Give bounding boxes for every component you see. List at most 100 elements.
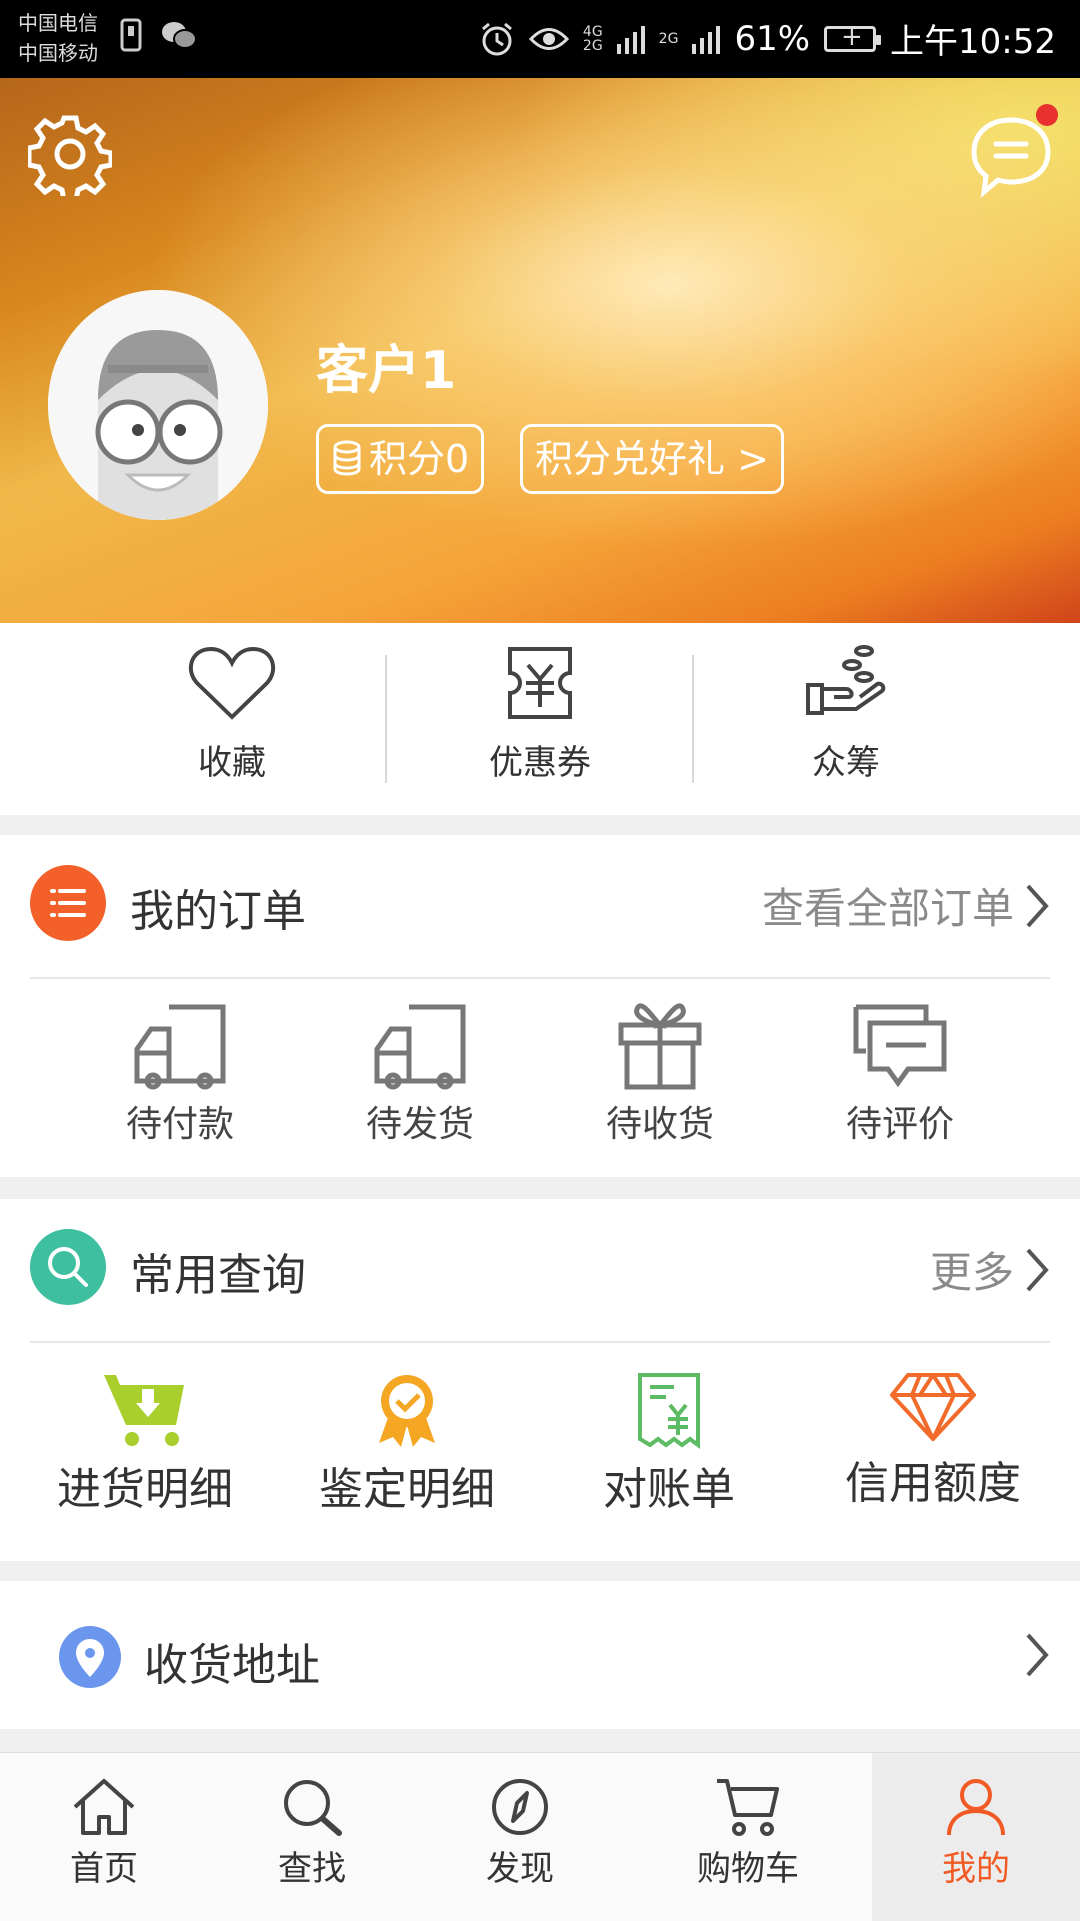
truck-icon: [374, 1004, 466, 1090]
divider: [30, 1341, 1050, 1343]
more-queries-link[interactable]: 更多: [930, 1239, 1050, 1300]
cart-icon: [717, 1779, 779, 1836]
crowdfunding-button[interactable]: 众筹: [746, 643, 946, 784]
diamond-icon: [890, 1373, 976, 1441]
crowdfunding-label: 众筹: [812, 743, 880, 783]
statement-label: 对账单: [603, 1464, 735, 1515]
favorites-label: 收藏: [198, 743, 266, 783]
settings-gear-icon[interactable]: [28, 112, 112, 196]
quick-links: 收藏 优惠券 众筹: [0, 623, 1080, 815]
location-pin-icon: [59, 1626, 121, 1688]
battery-icon: [824, 22, 882, 52]
coins-icon: [333, 440, 361, 476]
heart-icon: [188, 646, 276, 720]
queries-card: 常用查询 更多 进货明细 鉴定明细 对账单 信用额度: [0, 1199, 1080, 1561]
tab-home[interactable]: 首页: [0, 1753, 208, 1921]
compass-icon: [492, 1779, 548, 1835]
search-icon: [284, 1780, 342, 1836]
carrier-info: 中国电信 中国移动: [18, 8, 98, 68]
coupons-label: 优惠券: [489, 743, 591, 783]
tab-search-label: 查找: [278, 1849, 346, 1889]
tab-cart[interactable]: 购物车: [624, 1753, 872, 1921]
tab-bar: 首页 查找 发现 购物车 我的: [0, 1752, 1080, 1921]
eye-icon: [528, 27, 569, 50]
appraisal-details-label: 鉴定明细: [319, 1464, 495, 1515]
clock: 上午10:52: [890, 22, 1056, 62]
status-right: 4G2G 2G 61% 上午10:52: [479, 14, 1056, 63]
avatar-cartoon-icon: [48, 290, 268, 520]
more-label: 更多: [929, 1248, 1014, 1297]
separator: [385, 655, 387, 783]
crowdfunding-icon: [806, 645, 886, 715]
purchase-details-label: 进货明细: [57, 1464, 233, 1515]
points-exchange-button[interactable]: 积分兑好礼 >: [520, 424, 784, 494]
points-badge[interactable]: 积分0: [316, 424, 485, 494]
tab-discover-label: 发现: [486, 1849, 554, 1889]
signal-icon: [616, 25, 645, 54]
orders-header[interactable]: 我的订单 查看全部订单: [0, 835, 1080, 977]
order-pending-payment[interactable]: 待付款: [88, 1003, 272, 1147]
view-all-label: 查看全部订单: [761, 884, 1014, 933]
order-pending-review-label: 待评价: [845, 1104, 954, 1145]
receipt-icon: [638, 1373, 700, 1449]
appraisal-details-button[interactable]: 鉴定明细: [302, 1371, 512, 1517]
battery-percent: 61%: [734, 18, 811, 59]
statement-button[interactable]: 对账单: [564, 1371, 774, 1517]
chevron-right-icon: [1026, 1633, 1049, 1677]
orders-card: 我的订单 查看全部订单 待付款 待发货 待收货 待评价: [0, 835, 1080, 1177]
tab-cart-label: 购物车: [697, 1849, 799, 1889]
order-pending-payment-label: 待付款: [125, 1104, 234, 1145]
coupon-icon: [508, 647, 572, 719]
credit-limit-label: 信用额度: [845, 1458, 1021, 1509]
award-icon: [379, 1375, 435, 1447]
tab-mine[interactable]: 我的: [872, 1753, 1080, 1921]
sim-icon: [120, 18, 142, 52]
search-circle-icon: [30, 1229, 106, 1305]
person-icon: [947, 1779, 1005, 1836]
order-pending-shipment[interactable]: 待发货: [328, 1003, 512, 1147]
order-pending-review[interactable]: 待评价: [808, 1003, 992, 1147]
orders-title: 我的订单: [130, 886, 306, 937]
chevron-right-icon: [1026, 884, 1049, 927]
network-type: 4G 2G: [582, 23, 603, 54]
status-left-icons: [120, 18, 198, 52]
view-all-orders-link[interactable]: 查看全部订单: [762, 875, 1050, 936]
queries-title: 常用查询: [130, 1250, 306, 1301]
chevron-right-icon: [1026, 1248, 1049, 1291]
tab-home-label: 首页: [70, 1849, 138, 1889]
cart-download-icon: [104, 1375, 184, 1446]
exchange-label: 积分兑好礼 >: [535, 437, 769, 481]
credit-limit-button[interactable]: 信用额度: [828, 1371, 1038, 1511]
coupons-button[interactable]: 优惠券: [440, 643, 640, 784]
network-type-2: 2G: [658, 30, 679, 47]
wechat-icon: [162, 22, 197, 49]
message-icon[interactable]: [968, 112, 1054, 198]
comment-icon: [853, 1004, 947, 1088]
favorites-button[interactable]: 收藏: [132, 643, 332, 784]
purchase-details-button[interactable]: 进货明细: [40, 1371, 250, 1517]
username: 客户1: [316, 341, 457, 401]
points-label: 积分0: [369, 437, 470, 481]
order-pending-shipment-label: 待发货: [365, 1104, 474, 1145]
queries-header[interactable]: 常用查询 更多: [0, 1199, 1080, 1341]
order-pending-receipt-label: 待收货: [605, 1104, 714, 1145]
address-title: 收货地址: [144, 1640, 320, 1691]
gift-icon: [618, 1003, 702, 1090]
avatar[interactable]: [48, 290, 268, 520]
tab-search[interactable]: 查找: [208, 1753, 416, 1921]
truck-icon: [134, 1004, 226, 1090]
home-icon: [73, 1779, 135, 1835]
carrier-2: 中国移动: [18, 41, 98, 65]
separator: [692, 655, 694, 783]
signal-icon-2: [692, 25, 721, 54]
notification-dot: [1036, 104, 1058, 126]
alarm-icon: [481, 22, 512, 55]
orders-list-icon: [30, 865, 106, 941]
status-bar: 中国电信 中国移动 4G2G 2G 61% 上午10:52: [0, 0, 1080, 78]
order-pending-receipt[interactable]: 待收货: [568, 995, 752, 1147]
tab-discover[interactable]: 发现: [416, 1753, 624, 1921]
tab-mine-label: 我的: [942, 1849, 1010, 1889]
shipping-address-row[interactable]: 收货地址: [0, 1581, 1080, 1729]
divider: [30, 977, 1050, 979]
carrier-1: 中国电信: [18, 11, 98, 35]
